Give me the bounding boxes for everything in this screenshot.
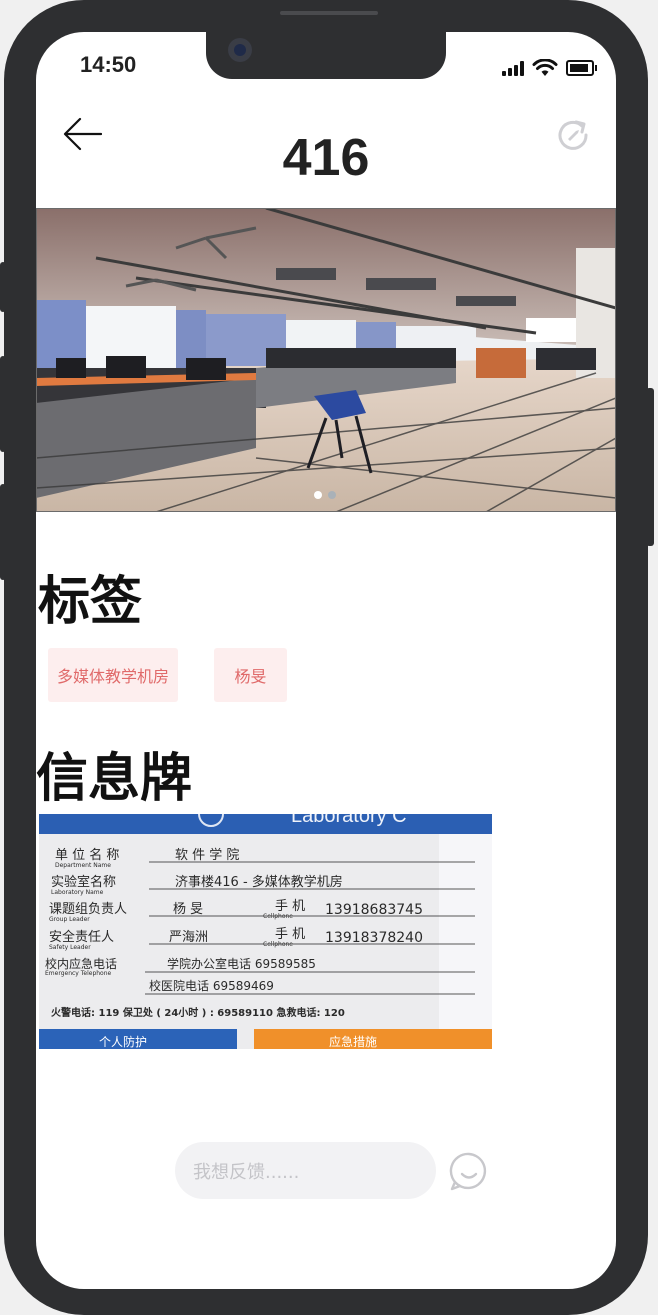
info-sign-image[interactable]: Laboratory C 单 位 名 称 Department Name 软 件… xyxy=(39,814,492,1049)
front-camera xyxy=(228,38,252,62)
classroom-photo xyxy=(36,208,616,512)
sign-header-text: Laboratory C xyxy=(291,814,407,827)
volume-down-button xyxy=(0,484,6,580)
sign-footer-right: 应急措施 xyxy=(329,1034,377,1049)
page-title: 416 xyxy=(282,129,370,187)
classroom-photo-carousel[interactable] xyxy=(36,208,616,512)
sign-row-value: 严海洲 xyxy=(169,930,208,945)
power-button xyxy=(646,388,654,546)
status-time: 14:50 xyxy=(80,52,137,77)
speaker-grille xyxy=(280,11,378,15)
sign-row-value: 杨 旻 xyxy=(173,902,203,917)
sign-row-sublabel: Laboratory Name xyxy=(51,889,104,896)
chat-bubble-icon[interactable] xyxy=(449,1152,489,1192)
sign-row-label: 实验室名称 xyxy=(51,874,116,890)
info-sign-photo: Laboratory C 单 位 名 称 Department Name 软 件… xyxy=(39,814,492,1049)
sign-row-sublabel: Safety Leader xyxy=(49,944,91,951)
sign-emergency-line: 火警电话: 119 保卫处 ( 24小时 ) : 69589110 急救电话: … xyxy=(51,1006,345,1019)
sign-row-label: 课题组负责人 xyxy=(49,902,127,917)
mute-switch xyxy=(0,262,6,312)
status-icons xyxy=(502,59,597,77)
sign-row-value: 济事楼416 - 多媒体教学机房 xyxy=(175,874,343,890)
sign-row-label: 安全责任人 xyxy=(49,929,114,945)
sign-row-label: 单 位 名 称 xyxy=(55,847,119,863)
carousel-indicators[interactable] xyxy=(314,491,336,499)
sign-row-value: 校医院电话 69589469 xyxy=(149,978,274,993)
carousel-dot-2[interactable] xyxy=(328,491,336,499)
carousel-dot-1[interactable] xyxy=(314,491,322,499)
sign-footer-left: 个人防护 xyxy=(99,1034,147,1049)
sign-row-value: 软 件 学 院 xyxy=(175,847,239,863)
info-sign-heading: 信息牌 xyxy=(36,749,193,809)
sign-row-sublabel: Group Leader xyxy=(49,916,90,923)
tags-heading: 标签 xyxy=(38,572,143,632)
sign-phone-label: 手 机 xyxy=(275,927,305,942)
sign-phone-label: 手 机 xyxy=(275,899,305,914)
sign-row-label: 校内应急电话 xyxy=(45,956,117,971)
wifi-icon xyxy=(532,59,558,76)
sign-row-sublabel: Department Name xyxy=(55,862,111,869)
tag-chip[interactable]: 杨旻 xyxy=(214,648,287,702)
tag-chip[interactable]: 多媒体教学机房 xyxy=(48,648,178,702)
app-screen: 14:50 416 标签 多媒体教学机房 杨旻 信息牌 Laboratory C… xyxy=(36,32,616,1289)
battery-icon xyxy=(566,60,597,76)
volume-up-button xyxy=(0,356,6,452)
feedback-input[interactable]: 我想反馈...... xyxy=(175,1142,436,1199)
sign-row-value: 学院办公室电话 69589585 xyxy=(167,956,316,971)
cellular-signal-icon xyxy=(502,60,524,76)
sign-row-sublabel: Emergency Telephone xyxy=(45,970,112,977)
